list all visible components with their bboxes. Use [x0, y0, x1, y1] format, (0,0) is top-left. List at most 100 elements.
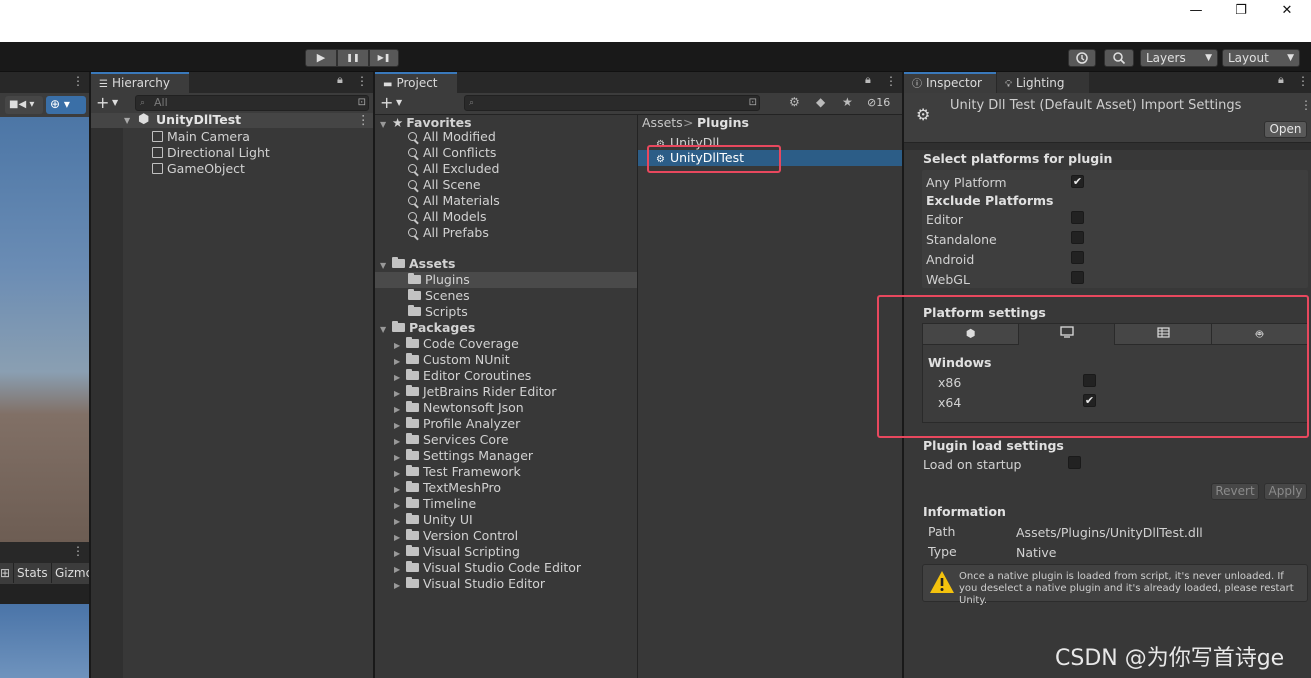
breadcrumb: Assets > Plugins: [638, 115, 902, 131]
exclude-standalone-checkbox[interactable]: [1071, 231, 1084, 244]
hierarchy-menu-icon[interactable]: ⋮: [356, 74, 368, 88]
open-button[interactable]: Open: [1264, 121, 1307, 138]
add-icon[interactable]: +: [96, 93, 109, 112]
expand-arrow-icon[interactable]: ▼: [380, 117, 392, 133]
lock-icon[interactable]: 🔒︎: [1278, 73, 1284, 87]
package-item[interactable]: ▶ Version Control: [394, 528, 581, 544]
exclude-webgl-checkbox[interactable]: [1071, 271, 1084, 284]
search-icon: [408, 212, 417, 221]
exclude-android-checkbox[interactable]: [1071, 251, 1084, 264]
favorite-item[interactable]: All Conflicts: [408, 145, 500, 161]
package-item[interactable]: ▶ Profile Analyzer: [394, 416, 581, 432]
stats-button[interactable]: Stats: [13, 563, 51, 583]
maximize-button[interactable]: ❐: [1218, 0, 1264, 24]
project-splitter[interactable]: [637, 115, 638, 678]
expand-arrow-icon[interactable]: ▶: [394, 578, 406, 594]
favorite-item[interactable]: All Scene: [408, 177, 500, 193]
favorite-item[interactable]: All Modified: [408, 129, 500, 145]
asset-folder-scripts[interactable]: Scripts: [408, 304, 468, 320]
revert-button[interactable]: Revert: [1211, 483, 1259, 500]
add-caret-icon[interactable]: ▼: [112, 98, 118, 107]
assets-header[interactable]: ▼ Assets: [380, 256, 455, 272]
any-platform-checkbox[interactable]: ✔: [1071, 175, 1084, 188]
expand-arrow-icon[interactable]: ▼: [380, 322, 392, 338]
hierarchy-tabbar: ☰ Hierarchy 🔒︎ ⋮: [91, 72, 373, 93]
asset-folder-scenes[interactable]: Scenes: [408, 288, 470, 304]
breadcrumb-plugins[interactable]: Plugins: [697, 115, 749, 131]
game-menu-icon[interactable]: ⋮: [72, 544, 84, 558]
package-item[interactable]: ▶ Unity UI: [394, 512, 581, 528]
favorite-item[interactable]: All Models: [408, 209, 500, 225]
search-filter-icon[interactable]: ⊡: [749, 96, 757, 110]
package-item[interactable]: ▶ TextMeshPro: [394, 480, 581, 496]
asset-folder-plugins[interactable]: Plugins: [408, 272, 470, 288]
history-icon[interactable]: [1068, 49, 1096, 67]
packages-header[interactable]: ▼ Packages: [380, 320, 475, 336]
package-item[interactable]: ▶ Settings Manager: [394, 448, 581, 464]
layout-dropdown[interactable]: Layout ▼: [1222, 49, 1300, 67]
hierarchy-item[interactable]: GameObject: [152, 161, 245, 177]
layers-dropdown[interactable]: Layers ▼: [1140, 49, 1218, 67]
folder-icon: [408, 273, 421, 284]
package-item[interactable]: ▶ Test Framework: [394, 464, 581, 480]
hierarchy-search-input[interactable]: ⌕ All ⊡: [135, 95, 369, 111]
load-on-startup-checkbox[interactable]: [1068, 456, 1081, 469]
scene-menu-icon[interactable]: ⋮: [72, 74, 84, 88]
favorite-item[interactable]: All Excluded: [408, 161, 500, 177]
label-filter-icon[interactable]: ◆: [816, 95, 825, 109]
minimize-button[interactable]: —: [1173, 0, 1219, 24]
lock-icon[interactable]: 🔒︎: [865, 73, 871, 87]
hierarchy-item-label: Main Camera: [167, 129, 250, 144]
game-view[interactable]: [0, 604, 89, 678]
favorite-item[interactable]: All Prefabs: [408, 225, 500, 241]
gizmos-button[interactable]: Gizmc: [51, 563, 89, 583]
package-item[interactable]: ▶ Code Coverage: [394, 336, 581, 352]
package-item[interactable]: ▶ Visual Scripting: [394, 544, 581, 560]
inspector-menu-icon[interactable]: ⋮: [1297, 74, 1309, 88]
package-item[interactable]: ▶ Timeline: [394, 496, 581, 512]
tab-hierarchy[interactable]: ☰ Hierarchy: [91, 72, 189, 93]
apply-button[interactable]: Apply: [1264, 483, 1307, 500]
close-button[interactable]: ✕: [1264, 0, 1310, 24]
search-icon[interactable]: [1104, 49, 1134, 67]
type-filter-icon[interactable]: ⚙: [789, 95, 800, 109]
header-menu-icon[interactable]: ⋮: [1300, 98, 1311, 112]
gizmo-toggle-icon[interactable]: ⊕ ▾: [46, 96, 86, 114]
play-button[interactable]: ▶: [305, 49, 337, 67]
stats-icon: ⊞: [0, 566, 11, 580]
tab-lighting[interactable]: 💡︎ Lighting: [997, 72, 1089, 93]
hidden-packages-icon[interactable]: ⊘16: [867, 96, 890, 109]
package-item[interactable]: ▶ Editor Coroutines: [394, 368, 581, 384]
search-filter-icon[interactable]: ⊡: [358, 96, 366, 110]
package-item[interactable]: ▶ JetBrains Rider Editor: [394, 384, 581, 400]
tab-project[interactable]: ▬ Project: [375, 72, 457, 93]
hierarchy-item[interactable]: Directional Light: [152, 145, 270, 161]
breadcrumb-assets[interactable]: Assets: [642, 115, 683, 131]
tab-inspector[interactable]: ⓘ Inspector: [904, 72, 996, 93]
package-item[interactable]: ▶ Custom NUnit: [394, 352, 581, 368]
favorite-item-label: All Prefabs: [423, 225, 489, 240]
favorite-item[interactable]: All Materials: [408, 193, 500, 209]
scene-menu-icon[interactable]: ⋮: [357, 112, 370, 128]
search-icon: [408, 132, 417, 141]
favorite-star-icon[interactable]: ★: [842, 95, 853, 109]
step-button[interactable]: ▶❚: [369, 49, 399, 67]
add-caret-icon[interactable]: ▼: [396, 98, 402, 107]
scene-view[interactable]: [0, 117, 89, 542]
project-menu-icon[interactable]: ⋮: [885, 74, 897, 88]
project-search-input[interactable]: ⌕ ⊡: [464, 95, 760, 111]
package-item[interactable]: ▶ Services Core: [394, 432, 581, 448]
package-item[interactable]: ▶ Visual Studio Code Editor: [394, 560, 581, 576]
pause-button[interactable]: ❚❚: [337, 49, 369, 67]
hierarchy-scene-root[interactable]: ▼ ⬢ UnityDllTest ⋮: [91, 112, 373, 129]
exclude-editor-checkbox[interactable]: [1071, 211, 1084, 224]
plugin-load-settings-heading: Plugin load settings: [923, 438, 1064, 453]
lock-icon[interactable]: 🔒︎: [337, 73, 343, 87]
package-item[interactable]: ▶ Newtonsoft Json: [394, 400, 581, 416]
expand-arrow-icon[interactable]: ▼: [124, 113, 130, 129]
package-item[interactable]: ▶ Visual Studio Editor: [394, 576, 581, 592]
hierarchy-item[interactable]: Main Camera: [152, 129, 250, 145]
platform-webgl-label: WebGL: [926, 272, 970, 287]
add-icon[interactable]: +: [380, 93, 393, 112]
camera-icon[interactable]: ■◀ ▾: [5, 96, 43, 114]
